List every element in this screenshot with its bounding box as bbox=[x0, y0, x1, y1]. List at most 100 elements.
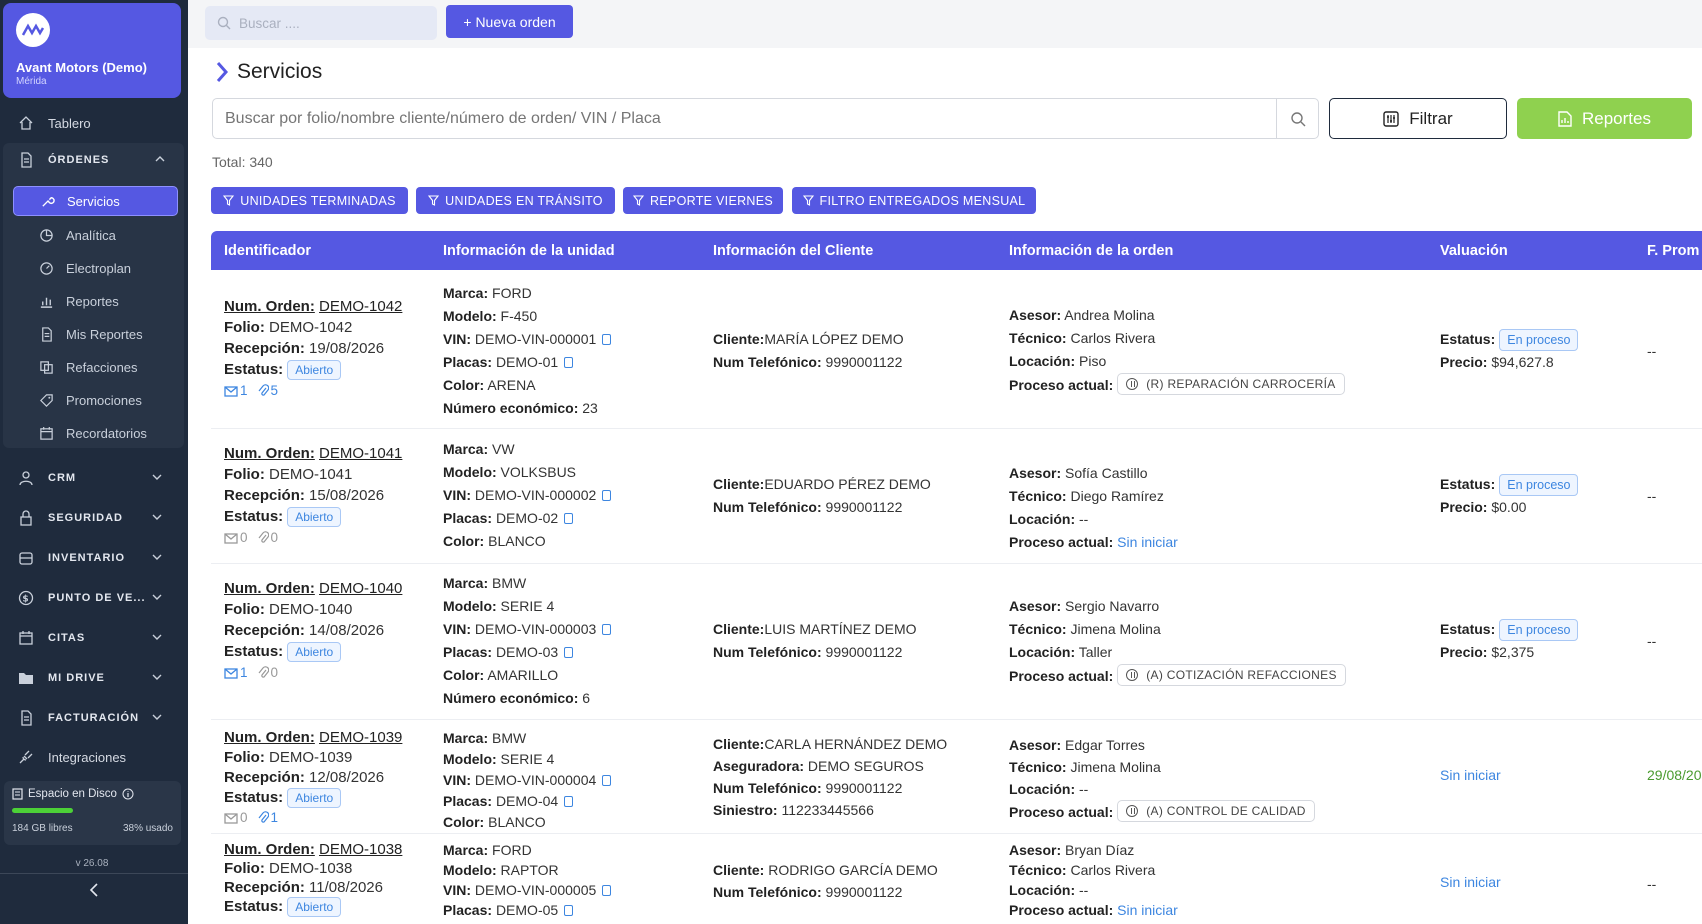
attachments-counter[interactable]: 10 bbox=[224, 662, 402, 683]
sidebar-item-punto-de-venta[interactable]: $ PUNTO DE VE... bbox=[0, 581, 184, 615]
copy-icon[interactable] bbox=[602, 334, 612, 345]
attachments-counter[interactable]: 01 bbox=[224, 808, 402, 828]
column-header[interactable]: Identificador bbox=[224, 243, 311, 259]
column-header[interactable]: Valuación bbox=[1440, 243, 1508, 259]
valuation-link[interactable]: Sin iniciar bbox=[1440, 764, 1501, 787]
field-label: Color: bbox=[443, 533, 485, 549]
reports-button[interactable]: Reportes bbox=[1517, 98, 1692, 139]
table-row[interactable]: Num. Orden: DEMO-1042 Folio: DEMO-1042 R… bbox=[211, 270, 1702, 429]
process-chip[interactable]: (A) COTIZACIÓN REFACCIONES bbox=[1117, 664, 1346, 686]
copy-icon[interactable] bbox=[602, 490, 612, 501]
company-card[interactable]: Avant Motors (Demo) Mérida bbox=[3, 3, 181, 98]
quick-filter-unidades-en-transito[interactable]: UNIDADES EN TRÁNSITO bbox=[416, 187, 615, 214]
field-label: Número económico: bbox=[443, 690, 579, 706]
valuation-status-badge: En proceso bbox=[1499, 619, 1579, 641]
plates: DEMO-03 bbox=[495, 644, 559, 660]
wrench-icon bbox=[42, 196, 55, 207]
order-link[interactable]: DEMO-1042 bbox=[319, 298, 402, 315]
field-label: Recepción: bbox=[224, 769, 305, 786]
field-label: Técnico: bbox=[1009, 330, 1067, 346]
mail-icon bbox=[224, 533, 238, 544]
sidebar-item-analitica[interactable]: Analítica bbox=[3, 220, 178, 250]
chevron-down-icon bbox=[152, 714, 162, 720]
field-label: Modelo: bbox=[443, 862, 497, 878]
promise-date: -- bbox=[1647, 343, 1657, 359]
valuation-link[interactable]: Sin iniciar bbox=[1440, 871, 1501, 894]
sidebar-item-mis-reportes[interactable]: Mis Reportes bbox=[3, 319, 178, 349]
process-link[interactable]: Sin iniciar bbox=[1117, 534, 1178, 550]
gauge-icon bbox=[40, 261, 53, 275]
sidebar-item-facturacion[interactable]: FACTURACIÓN bbox=[0, 701, 184, 735]
sidebar-item-reportes[interactable]: Reportes bbox=[3, 286, 178, 316]
field-label: Folio: bbox=[224, 466, 265, 483]
total-count: Total: 340 bbox=[212, 154, 273, 170]
sidebar-item-promociones[interactable]: Promociones bbox=[3, 385, 178, 415]
sidebar-item-label: SEGURIDAD bbox=[48, 512, 124, 524]
sidebar-item-tablero[interactable]: Tablero bbox=[0, 106, 184, 140]
sidebar-item-recordatorios[interactable]: Recordatorios bbox=[3, 418, 178, 448]
advisor: Edgar Torres bbox=[1065, 737, 1145, 753]
sidebar-item-electroplan[interactable]: Electroplan bbox=[3, 253, 178, 283]
table-row[interactable]: Num. Orden: DEMO-1038 Folio: DEMO-1038 R… bbox=[211, 834, 1702, 924]
sidebar-item-mi-drive[interactable]: MI DRIVE bbox=[0, 661, 184, 695]
copy-icon[interactable] bbox=[564, 647, 574, 658]
orders-search-button[interactable] bbox=[1276, 99, 1318, 138]
column-header[interactable]: Información de la orden bbox=[1009, 243, 1173, 259]
order-link[interactable]: DEMO-1039 bbox=[319, 729, 402, 746]
global-search-input[interactable]: Buscar .... bbox=[205, 6, 437, 40]
column-header[interactable]: Información del Cliente bbox=[713, 243, 873, 259]
sidebar-item-inventario[interactable]: INVENTARIO bbox=[0, 541, 184, 575]
folder-icon bbox=[19, 673, 33, 684]
field-label: Cliente: bbox=[713, 862, 765, 878]
column-header[interactable]: Información de la unidad bbox=[443, 243, 615, 259]
process-chip[interactable]: (A) CONTROL DE CALIDAD bbox=[1117, 800, 1315, 822]
insurer: DEMO SEGUROS bbox=[807, 758, 924, 774]
table-row[interactable]: Num. Orden: DEMO-1039 Folio: DEMO-1039 R… bbox=[211, 720, 1702, 834]
order-link[interactable]: DEMO-1038 bbox=[319, 841, 402, 858]
sidebar-item-integraciones[interactable]: Integraciones bbox=[0, 740, 184, 774]
quick-filter-entregados-mensual[interactable]: FILTRO ENTREGADOS MENSUAL bbox=[792, 187, 1036, 214]
sidebar-item-crm[interactable]: CRM bbox=[0, 461, 184, 495]
copy-icon[interactable] bbox=[602, 885, 612, 896]
attachments-counter[interactable]: 00 bbox=[224, 527, 402, 548]
orders-search-input[interactable] bbox=[213, 99, 1277, 138]
search-icon bbox=[1290, 111, 1305, 126]
order-link[interactable]: DEMO-1041 bbox=[319, 445, 402, 462]
process-chip[interactable]: (R) REPARACIÓN CARROCERÍA bbox=[1117, 373, 1345, 395]
new-order-button[interactable]: + Nueva orden bbox=[446, 5, 573, 38]
technician: Jimena Molina bbox=[1070, 621, 1161, 637]
order-link[interactable]: DEMO-1040 bbox=[319, 580, 402, 597]
reception-date: 11/08/2026 bbox=[309, 879, 383, 896]
tag-icon bbox=[40, 393, 53, 407]
technician: Diego Ramírez bbox=[1070, 488, 1164, 504]
info-icon[interactable] bbox=[122, 788, 134, 800]
copy-icon[interactable] bbox=[602, 775, 612, 786]
attachments-counter[interactable]: 15 bbox=[224, 380, 402, 401]
sidebar-item-servicios[interactable]: Servicios bbox=[13, 186, 178, 216]
field-label: Locación: bbox=[1009, 781, 1076, 797]
field-label: VIN: bbox=[443, 331, 471, 347]
process-link[interactable]: Sin iniciar bbox=[1117, 902, 1178, 918]
quick-filter-unidades-terminadas[interactable]: UNIDADES TERMINADAS bbox=[211, 187, 408, 214]
collapse-sidebar-button[interactable] bbox=[0, 873, 188, 905]
quick-filter-reporte-viernes[interactable]: REPORTE VIERNES bbox=[623, 187, 783, 214]
filter-button[interactable]: Filtrar bbox=[1329, 98, 1507, 139]
copy-icon[interactable] bbox=[602, 624, 612, 635]
sidebar-item-seguridad[interactable]: SEGURIDAD bbox=[0, 501, 184, 535]
copy-icon[interactable] bbox=[564, 357, 574, 368]
table-row[interactable]: Num. Orden: DEMO-1041 Folio: DEMO-1041 R… bbox=[211, 429, 1702, 564]
copy-icon[interactable] bbox=[564, 796, 574, 807]
column-header[interactable]: F. Prom bbox=[1647, 243, 1699, 259]
field-label: Estatus: bbox=[224, 643, 284, 660]
copy-icon[interactable] bbox=[564, 513, 574, 524]
sidebar-item-refacciones[interactable]: Refacciones bbox=[3, 352, 178, 382]
copy-icon[interactable] bbox=[564, 905, 574, 916]
sidebar-item-citas[interactable]: CITAS bbox=[0, 621, 184, 655]
pause-icon bbox=[1126, 378, 1139, 390]
sidebar-item-ordenes[interactable]: ÓRDENES bbox=[3, 143, 184, 177]
table-row[interactable]: Num. Orden: DEMO-1040 Folio: DEMO-1040 R… bbox=[211, 564, 1702, 720]
field-label: Modelo: bbox=[443, 598, 497, 614]
field-label: Num Telefónico: bbox=[713, 354, 822, 370]
field-label: Num Telefónico: bbox=[713, 644, 822, 660]
field-label: Marca: bbox=[443, 575, 489, 591]
